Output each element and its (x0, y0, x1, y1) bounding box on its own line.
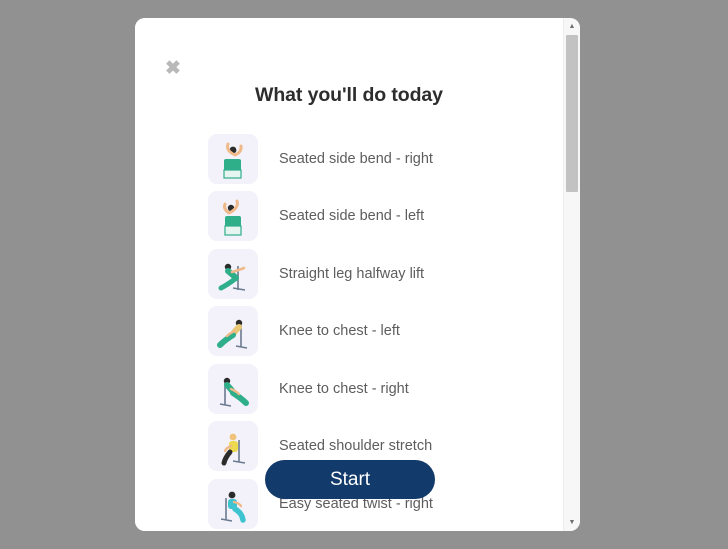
scroll-down-arrow-icon[interactable]: ▼ (564, 514, 580, 531)
list-item-label: Knee to chest - left (279, 323, 400, 340)
start-button[interactable]: Start (265, 460, 435, 499)
close-icon[interactable]: ✖ (159, 54, 187, 82)
list-item-label: Seated side bend - right (279, 150, 433, 167)
scroll-up-arrow-icon[interactable]: ▲ (564, 18, 580, 35)
list-item-label: Knee to chest - right (279, 380, 409, 397)
modal-scrollbar[interactable]: ▲ ▼ (563, 18, 580, 531)
seated-shoulder-stretch-thumbnail (208, 421, 258, 472)
screen: ✖ What you'll do today Seated side bend … (0, 0, 728, 549)
list-item[interactable]: Knee to chest - right (135, 360, 563, 418)
seated-side-bend-right-thumbnail (208, 133, 258, 184)
exercise-list-modal: ✖ What you'll do today Seated side bend … (135, 18, 580, 531)
straight-leg-halfway-lift-thumbnail (208, 248, 258, 299)
modal-scroll-area: ✖ What you'll do today Seated side bend … (135, 18, 563, 531)
list-item-label: Seated shoulder stretch (279, 438, 433, 455)
list-item[interactable]: Seated side bend - right (135, 130, 563, 188)
list-item[interactable]: Seated side bend - left (135, 188, 563, 246)
list-item-label: Straight leg halfway lift (279, 265, 425, 282)
list-item[interactable]: Knee to chest - left (135, 303, 563, 361)
knee-to-chest-right-thumbnail (208, 363, 258, 414)
seated-side-bend-left-thumbnail (208, 191, 258, 242)
knee-to-chest-left-thumbnail (208, 306, 258, 357)
easy-seated-twist-right-thumbnail (208, 478, 258, 529)
scrollbar-thumb[interactable] (566, 35, 578, 192)
page-title: What you'll do today (255, 84, 443, 106)
list-item[interactable]: Straight leg halfway lift (135, 245, 563, 303)
list-item-label: Seated side bend - left (279, 208, 425, 225)
